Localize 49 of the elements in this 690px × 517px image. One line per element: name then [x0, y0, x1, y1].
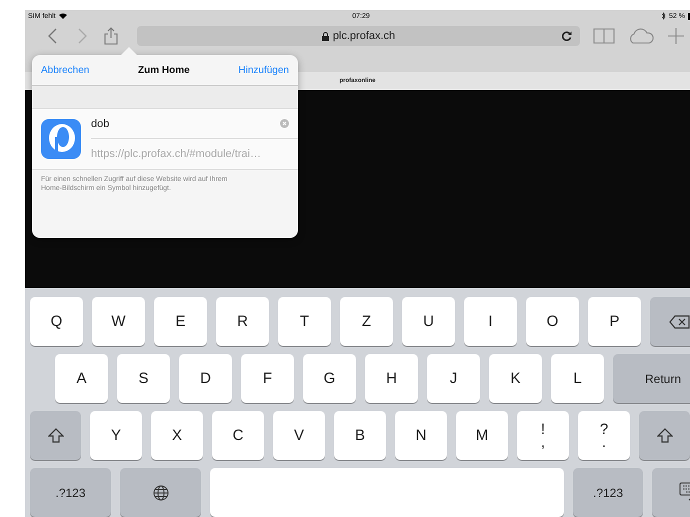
letter-key[interactable]: X	[151, 411, 203, 460]
shift-icon	[48, 428, 64, 443]
letter-key[interactable]: J	[427, 354, 480, 403]
letter-key[interactable]: T	[278, 297, 331, 346]
reload-icon[interactable]	[562, 31, 572, 41]
popover-title: Zum Home	[138, 64, 190, 76]
lock-icon	[322, 32, 329, 40]
globe-icon	[152, 484, 168, 500]
bluetooth-icon	[662, 12, 666, 20]
letter-key[interactable]: B	[334, 411, 386, 460]
name-field[interactable]: dob	[91, 109, 298, 139]
letter-key[interactable]: F	[241, 354, 294, 403]
return-key[interactable]: Return	[613, 354, 690, 403]
letter-key[interactable]: A	[55, 354, 108, 403]
letter-key[interactable]: K	[489, 354, 542, 403]
address-field[interactable]: plc.profax.ch	[137, 26, 580, 46]
letter-key[interactable]: I	[464, 297, 517, 346]
letter-key[interactable]: E	[154, 297, 207, 346]
letter-key[interactable]: R	[216, 297, 269, 346]
letter-key[interactable]: S	[117, 354, 170, 403]
shift-key[interactable]	[639, 411, 690, 460]
letter-key[interactable]: Y	[90, 411, 142, 460]
punctuation-key[interactable]: ! ,	[517, 411, 569, 460]
wifi-icon	[58, 13, 67, 19]
app-icon	[41, 119, 81, 159]
numbers-key[interactable]: .?123	[573, 468, 643, 517]
shift-icon	[656, 428, 672, 443]
clear-icon[interactable]	[280, 119, 289, 128]
bookmark-url-text: https://plc.profax.ch/#module/trai…	[91, 148, 261, 160]
letter-key[interactable]: L	[551, 354, 604, 403]
letter-key[interactable]: H	[365, 354, 418, 403]
shift-key[interactable]	[30, 411, 81, 460]
punctuation-key[interactable]: ? .	[578, 411, 630, 460]
letter-key[interactable]: Z	[340, 297, 393, 346]
letter-key[interactable]: O	[526, 297, 579, 346]
letter-key[interactable]: Q	[30, 297, 83, 346]
letter-key[interactable]: W	[92, 297, 145, 346]
url-text: plc.profax.ch	[332, 30, 396, 42]
letter-key[interactable]: M	[456, 411, 508, 460]
letter-key[interactable]: U	[402, 297, 455, 346]
backspace-icon	[669, 314, 690, 328]
letter-key[interactable]: V	[273, 411, 325, 460]
letter-key[interactable]: N	[395, 411, 447, 460]
letter-key[interactable]: G	[303, 354, 356, 403]
numbers-key[interactable]: .?123	[30, 468, 111, 517]
letter-key[interactable]: C	[212, 411, 264, 460]
globe-key[interactable]	[120, 468, 201, 517]
letter-key[interactable]: D	[179, 354, 232, 403]
letter-key[interactable]: P	[588, 297, 641, 346]
